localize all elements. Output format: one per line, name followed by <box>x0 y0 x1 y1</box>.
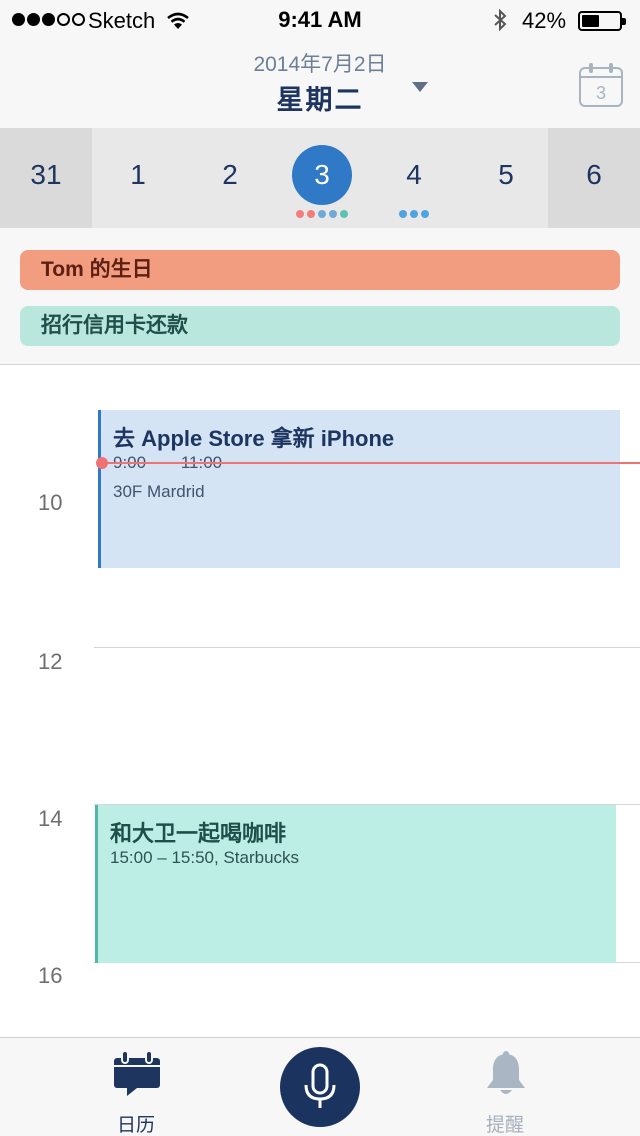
current-time-dot <box>96 457 108 469</box>
event-indicator-dot <box>399 210 407 218</box>
day-number: 3 <box>314 159 330 190</box>
microphone-icon <box>304 1063 336 1108</box>
all-day-event-card-payment[interactable]: 招行信用卡还款 <box>20 306 620 346</box>
day-5[interactable]: 5 <box>460 128 552 228</box>
day-number: 5 <box>498 159 514 190</box>
day-number: 2 <box>222 159 238 190</box>
day-number: 4 <box>406 159 422 190</box>
current-weekday[interactable]: 星期二 <box>0 78 640 117</box>
battery-percentage: 42% <box>522 8 567 33</box>
event-indicator-dot <box>329 210 337 218</box>
tab-reminders[interactable]: 提醒 <box>445 1038 565 1136</box>
event-indicator-dot <box>410 210 418 218</box>
voice-input-button[interactable] <box>280 1047 360 1127</box>
hour-label: 12 <box>38 649 63 674</box>
day-6[interactable]: 6 <box>548 128 640 228</box>
hour-label: 14 <box>38 806 63 831</box>
event-indicator-dot <box>421 210 429 218</box>
hour-label: 10 <box>38 490 63 515</box>
tab-bar: 日历 提醒 <box>0 1037 640 1136</box>
event-indicator-dot <box>307 210 315 218</box>
event-location: 30F Mardrid <box>113 482 205 501</box>
day-number: 31 <box>30 159 62 190</box>
all-day-event-birthday[interactable]: Tom 的生日 <box>20 250 620 290</box>
status-bar: Sketch 9:41 AM 42% <box>0 0 640 40</box>
hour-label: 16 <box>38 963 63 988</box>
day-number: 1 <box>130 159 146 190</box>
day-number: 6 <box>586 159 602 190</box>
bell-icon <box>487 1051 525 1094</box>
day-2[interactable]: 2 <box>184 128 276 228</box>
tab-calendar-label: 日历 <box>116 1115 155 1136</box>
day-31[interactable]: 31 <box>0 128 92 228</box>
bluetooth-icon <box>494 8 507 32</box>
hour-gridline <box>94 647 640 648</box>
day-1[interactable]: 1 <box>92 128 184 228</box>
week-strip: 31 1 2 3 4 5 6 <box>0 128 640 228</box>
today-calendar-button[interactable]: 3 <box>578 62 624 108</box>
event-indicator-dot <box>340 210 348 218</box>
event-apple-store[interactable]: 去 Apple Store 拿新 iPhone 9:00 11:00 30F M… <box>98 410 620 568</box>
current-time-line <box>102 462 640 464</box>
event-title: 去 Apple Store 拿新 iPhone <box>113 426 395 451</box>
all-day-events: Tom 的生日 招行信用卡还款 <box>0 228 640 365</box>
event-dots <box>276 210 368 218</box>
event-indicator-dot <box>296 210 304 218</box>
date-header: 2014年7月2日 星期二 3 <box>0 40 640 128</box>
battery-icon <box>578 11 626 31</box>
calendar-icon: 3 <box>579 63 623 107</box>
event-title: 和大卫一起喝咖啡 <box>110 821 287 846</box>
tab-calendar[interactable]: 日历 <box>76 1038 196 1136</box>
event-detail: 15:00 – 15:50, Starbucks <box>110 848 300 867</box>
current-date[interactable]: 2014年7月2日 <box>0 48 640 78</box>
day-timeline[interactable]: 10 12 14 16 去 Apple Store 拿新 iPhone 9:00… <box>0 365 640 1037</box>
day-4[interactable]: 4 <box>368 128 460 228</box>
today-day-number: 3 <box>596 83 606 103</box>
calendar-icon <box>114 1050 160 1096</box>
event-indicator-dot <box>318 210 326 218</box>
tab-reminders-label: 提醒 <box>485 1115 524 1136</box>
date-picker-caret-icon[interactable] <box>412 82 428 92</box>
event-dots <box>368 210 460 218</box>
event-coffee[interactable]: 和大卫一起喝咖啡 15:00 – 15:50, Starbucks <box>95 805 616 963</box>
day-3-selected[interactable]: 3 <box>276 128 368 228</box>
